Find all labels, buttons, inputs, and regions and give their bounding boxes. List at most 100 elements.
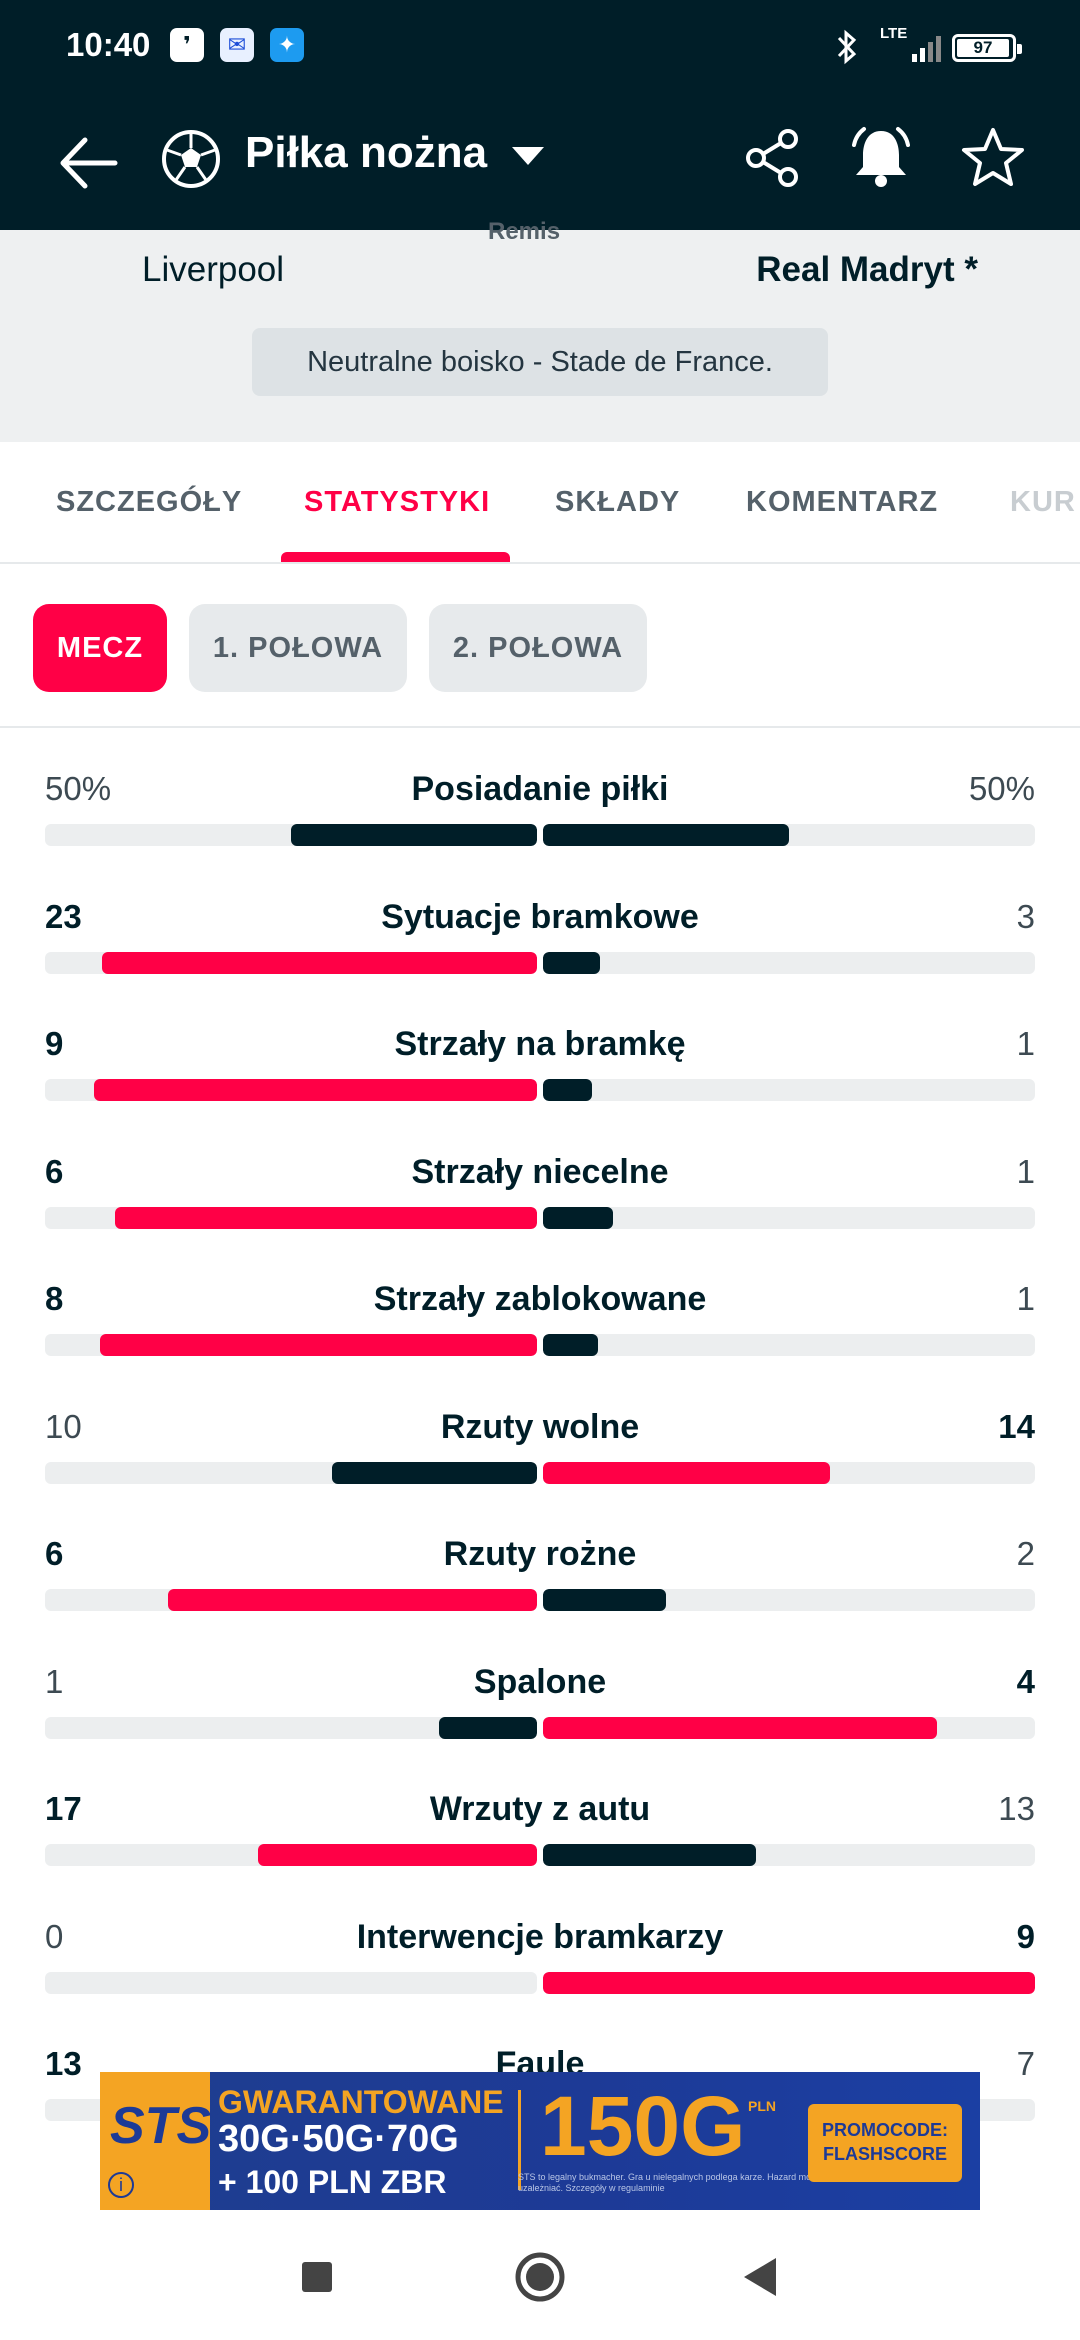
stat-away-bar bbox=[543, 1844, 756, 1866]
stat-home-track bbox=[45, 1844, 537, 1866]
period-second-half-button[interactable]: 2. POŁOWA bbox=[429, 604, 647, 692]
stat-away-value: 9 bbox=[1016, 1917, 1035, 1955]
stat-away-value: 7 bbox=[1016, 2045, 1035, 2082]
ad-promo-code: PROMOCODE: FLASHSCORE bbox=[808, 2104, 962, 2182]
twitter-icon: ✦ bbox=[270, 28, 304, 62]
tab-szczegoly[interactable]: SZCZEGÓŁY bbox=[56, 486, 242, 519]
stat-label: Sytuacje bramkowe bbox=[381, 897, 699, 936]
battery-level: 97 bbox=[957, 39, 1009, 57]
active-tab-indicator bbox=[281, 552, 510, 562]
app-header: 10:40 ❜ ✉ ✦ LTE 97 Piłka nożna bbox=[0, 0, 1080, 230]
stat-away-value: 14 bbox=[998, 1407, 1035, 1445]
ad-promo-line2: FLASHSCORE bbox=[822, 2144, 947, 2164]
bluetooth-icon bbox=[837, 29, 857, 65]
stat-home-track bbox=[45, 1334, 537, 1356]
stat-away-bar bbox=[543, 824, 789, 846]
stat-row: 23 Sytuacje bramkowe 3 bbox=[0, 856, 1080, 983]
stat-away-bar bbox=[543, 1206, 613, 1229]
back-triangle-icon[interactable] bbox=[740, 2252, 780, 2302]
stat-home-bar bbox=[102, 951, 537, 974]
away-team-name[interactable]: Real Madryt * bbox=[756, 250, 978, 290]
home-circle-icon[interactable] bbox=[510, 2252, 570, 2302]
network-type: LTE bbox=[880, 25, 908, 42]
system-nav-bar bbox=[0, 2214, 1080, 2340]
stat-away-track bbox=[543, 1844, 1035, 1866]
stat-row: 0 Interwencje bramkarzy 9 bbox=[0, 1876, 1080, 2003]
stat-label: Strzały na bramkę bbox=[394, 1025, 686, 1063]
tab-kursy[interactable]: KUR bbox=[1010, 486, 1076, 519]
stat-away-value: 1 bbox=[1016, 1280, 1035, 1317]
ad-bonus-text: + 100 PLN ZBR bbox=[218, 2164, 447, 2200]
stat-away-value: 4 bbox=[1016, 1662, 1035, 1700]
chevron-down-icon[interactable] bbox=[510, 145, 546, 167]
signal-icon bbox=[912, 36, 941, 62]
match-header: Remis Liverpool Real Madryt * Neutralne … bbox=[0, 218, 1080, 442]
home-team-name[interactable]: Liverpool bbox=[142, 250, 284, 290]
stat-away-value: 1 bbox=[1016, 1025, 1035, 1062]
stat-label: Spalone bbox=[473, 1662, 607, 1701]
period-selector: MECZ 1. POŁOWA 2. POŁOWA bbox=[0, 564, 1080, 728]
stat-away-track bbox=[543, 824, 1035, 846]
back-arrow-icon[interactable] bbox=[55, 128, 125, 198]
stat-row: 50% Posiadanie piłki 50% bbox=[0, 728, 1080, 855]
stat-row: 10 Rzuty wolne 14 bbox=[0, 1366, 1080, 1493]
share-icon[interactable] bbox=[740, 125, 806, 191]
stat-away-bar bbox=[543, 1716, 937, 1739]
stat-label: Interwencje bramkarzy bbox=[356, 1917, 724, 1956]
ad-disclaimer: STS to legalny bukmacher. Gra u nielegal… bbox=[518, 2172, 821, 2193]
bell-icon[interactable] bbox=[846, 123, 916, 193]
stat-home-track bbox=[45, 1206, 537, 1229]
ad-info-icon[interactable]: i bbox=[108, 2172, 134, 2198]
stat-away-track bbox=[543, 1971, 1035, 1994]
battery-icon: 97 bbox=[952, 34, 1022, 62]
stat-away-value: 50% bbox=[968, 770, 1035, 807]
tab-statystyki[interactable]: STATYSTYKI bbox=[304, 486, 490, 519]
stat-away-value: 13 bbox=[998, 1790, 1035, 1827]
stat-label: Posiadanie piłki bbox=[411, 770, 669, 808]
tab-komentarz[interactable]: KOMENTARZ bbox=[746, 486, 938, 519]
stat-home-track bbox=[45, 1589, 537, 1611]
stat-away-value: 3 bbox=[1016, 897, 1035, 935]
stat-home-track bbox=[45, 951, 537, 974]
ad-amounts-text: 30G·50G·70G bbox=[218, 2118, 459, 2160]
stat-home-bar bbox=[291, 824, 537, 846]
stat-away-bar bbox=[543, 1079, 592, 1101]
stat-row: 6 Rzuty rożne 2 bbox=[0, 1493, 1080, 1620]
star-icon[interactable] bbox=[960, 125, 1026, 191]
stat-away-bar bbox=[543, 951, 600, 974]
period-mecz-button[interactable]: MECZ bbox=[33, 604, 167, 692]
toolbar: Piłka nożna bbox=[0, 110, 1080, 210]
stat-label: Rzuty wolne bbox=[440, 1407, 640, 1446]
match-status: Remis bbox=[488, 218, 561, 245]
ad-promo-line1: PROMOCODE: bbox=[822, 2120, 948, 2140]
stat-home-track bbox=[45, 1461, 537, 1484]
stat-label: Strzały zablokowane bbox=[373, 1280, 707, 1318]
stat-label: Wrzuty z autu bbox=[429, 1790, 651, 1828]
stat-away-value: 1 bbox=[1016, 1152, 1035, 1190]
soccer-ball-icon bbox=[162, 130, 220, 188]
stat-away-track bbox=[543, 1334, 1035, 1356]
stat-home-bar bbox=[168, 1589, 537, 1611]
stat-row: 1 Spalone 4 bbox=[0, 1621, 1080, 1748]
ad-banner[interactable]: STS i GWARANTOWANE 30G·50G·70G + 100 PLN… bbox=[100, 2072, 980, 2210]
sport-title[interactable]: Piłka nożna bbox=[245, 128, 487, 178]
stat-home-track bbox=[45, 1971, 537, 1994]
stat-home-bar bbox=[115, 1206, 537, 1229]
stat-row: 9 Strzały na bramkę 1 bbox=[0, 983, 1080, 1110]
stat-away-track bbox=[543, 1461, 1035, 1484]
stat-home-bar bbox=[258, 1844, 537, 1866]
stat-home-bar bbox=[94, 1079, 537, 1101]
stat-away-track bbox=[543, 1206, 1035, 1229]
sts-logo: STS bbox=[110, 2097, 212, 2155]
period-first-half-button[interactable]: 1. POŁOWA bbox=[189, 604, 407, 692]
ad-currency: PLN bbox=[748, 2098, 776, 2114]
recents-square-icon[interactable] bbox=[297, 2252, 337, 2302]
stat-home-bar bbox=[332, 1461, 537, 1484]
stat-home-track bbox=[45, 824, 537, 846]
stat-away-track bbox=[543, 1716, 1035, 1739]
tab-sklady[interactable]: SKŁADY bbox=[555, 486, 680, 519]
stat-home-track bbox=[45, 1716, 537, 1739]
stat-away-track bbox=[543, 951, 1035, 974]
stat-home-bar bbox=[439, 1716, 537, 1739]
stat-away-value: 2 bbox=[1016, 1535, 1035, 1572]
